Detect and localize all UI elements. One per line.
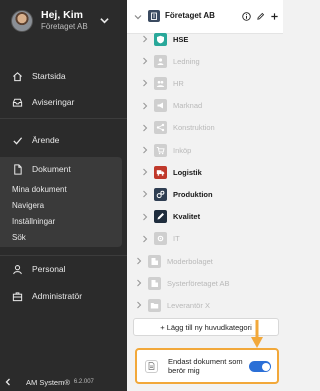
tree-root-label[interactable]: Företaget AB: [165, 11, 215, 20]
nav-label-startsida: Startsida: [32, 71, 66, 81]
chevron-left-icon[interactable]: [4, 378, 12, 386]
sub-item-installningar[interactable]: Inställningar: [12, 217, 55, 226]
megaphone-icon: [154, 99, 167, 113]
share-icon: [154, 121, 167, 135]
tree-item-it[interactable]: IT: [127, 228, 283, 250]
nav-item-personal[interactable]: Personal: [0, 259, 127, 279]
chevron-right-icon[interactable]: [142, 235, 148, 243]
chevron-right-icon[interactable]: [136, 257, 142, 265]
filter-toggle[interactable]: [249, 361, 271, 372]
add-icon[interactable]: [270, 12, 279, 21]
filter-label: Endast dokument som berör mig: [168, 356, 243, 375]
footer: AM System® 6.2.007: [0, 373, 127, 391]
tree-item-systerföretaget-ab[interactable]: Systerföretaget AB: [127, 272, 283, 294]
tree-item-label: Logistik: [173, 167, 202, 177]
tree-item-label: HSE: [173, 34, 189, 44]
briefcase-icon: [12, 291, 23, 301]
company-icon: [148, 10, 160, 22]
highlight-arrow: [251, 320, 263, 348]
chevron-right-icon[interactable]: [142, 168, 148, 176]
chevron-right-icon[interactable]: [136, 301, 142, 309]
tree-item-inköp[interactable]: Inköp: [127, 139, 283, 161]
sub-item-mina-dokument[interactable]: Mina dokument: [12, 185, 67, 194]
tree-item-logistik[interactable]: Logistik: [127, 161, 283, 183]
chevron-right-icon[interactable]: [142, 79, 148, 87]
check-icon: [13, 136, 23, 145]
truck-icon: [154, 165, 167, 179]
tree-item-hse[interactable]: HSE: [127, 28, 283, 50]
nav-item-startsida[interactable]: Startsida: [0, 66, 127, 86]
info-icon[interactable]: [242, 12, 251, 21]
tree-item-kvalitet[interactable]: Kvalitet: [127, 206, 283, 228]
nav-divider: [0, 118, 127, 119]
gear-icon: [154, 232, 167, 246]
profile-name: Hej, Kim: [41, 9, 84, 22]
building-icon: [148, 254, 161, 268]
chevron-right-icon[interactable]: [142, 190, 148, 198]
sidebar: Hej, Kim Företaget AB Startsida Aviserin…: [0, 0, 127, 391]
tree-item-label: HR: [173, 78, 184, 88]
nav-label-administrator: Administratör: [32, 291, 83, 301]
pencil-icon: [154, 210, 167, 224]
nav-label-aviseringar: Aviseringar: [32, 97, 75, 107]
nav-label-arende: Ärende: [32, 135, 60, 145]
tree-item-produktion[interactable]: Produktion: [127, 183, 283, 205]
person-icon: [154, 54, 167, 68]
building-icon: [148, 276, 161, 290]
tree-item-ledning[interactable]: Ledning: [127, 50, 283, 72]
tree-item-marknad[interactable]: Marknad: [127, 95, 283, 117]
footer-product: AM System®: [26, 377, 70, 387]
chevron-right-icon[interactable]: [136, 279, 142, 287]
inbox-icon: [12, 98, 23, 107]
chevron-right-icon[interactable]: [142, 57, 148, 65]
sub-item-navigera[interactable]: Navigera: [12, 201, 44, 210]
tree-item-moderbolaget[interactable]: Moderbolaget: [127, 250, 283, 272]
chevron-down-icon[interactable]: [100, 16, 109, 25]
chevron-right-icon[interactable]: [142, 146, 148, 154]
footer-version: 6.2.007: [73, 379, 94, 385]
tree-item-label: Systerföretaget AB: [167, 278, 230, 288]
tree-item-konstruktion[interactable]: Konstruktion: [127, 117, 283, 139]
app-root: Hej, Kim Företaget AB Startsida Aviserin…: [0, 0, 283, 391]
filter-relevant-documents: Endast dokument som berör mig: [135, 348, 279, 384]
tree-item-label: Marknad: [173, 101, 203, 111]
chevron-right-icon[interactable]: [142, 102, 148, 110]
nav-item-dokument[interactable]: Dokument: [0, 159, 127, 179]
nav-item-aviseringar[interactable]: Aviseringar: [0, 92, 127, 112]
person-icon: [13, 264, 22, 274]
tree-item-leverantör-x[interactable]: Leverantör X: [127, 294, 283, 316]
tree-item-label: Konstruktion: [173, 123, 215, 133]
people-icon: [154, 76, 167, 90]
tree-item-label: Produktion: [173, 189, 213, 199]
dokument-section: Dokument Mina dokument Navigera Inställn…: [0, 157, 122, 247]
tree-item-label: Leverantör X: [167, 300, 210, 310]
chevron-right-icon[interactable]: [142, 35, 148, 43]
tree-item-label: Moderbolaget: [167, 256, 213, 266]
cart-icon: [154, 143, 167, 157]
nav-divider: [0, 255, 127, 256]
chevron-down-icon[interactable]: [134, 13, 142, 21]
home-icon: [13, 71, 22, 81]
nav-label-dokument: Dokument: [32, 164, 71, 174]
nav-item-arende[interactable]: Ärende: [0, 130, 127, 150]
sub-item-sok[interactable]: Sök: [12, 233, 26, 242]
nav-label-personal: Personal: [32, 264, 66, 274]
tree-item-label: Kvalitet: [173, 212, 201, 222]
nav-item-administrator[interactable]: Administratör: [0, 286, 127, 306]
folder-icon: [148, 298, 161, 312]
shield-icon: [154, 32, 167, 46]
tree-item-label: IT: [173, 234, 180, 244]
tree-item-hr[interactable]: HR: [127, 72, 283, 94]
document-icon: [145, 359, 158, 373]
chevron-right-icon[interactable]: [142, 213, 148, 221]
avatar: [11, 10, 33, 32]
tree-item-label: Inköp: [173, 145, 192, 155]
profile-company: Företaget AB: [41, 22, 88, 32]
document-icon: [14, 163, 22, 175]
profile-menu[interactable]: Hej, Kim Företaget AB: [0, 0, 127, 42]
chevron-right-icon[interactable]: [142, 124, 148, 132]
gears-icon: [154, 187, 167, 201]
edit-icon[interactable]: [256, 12, 265, 21]
tree-item-label: Ledning: [173, 56, 200, 66]
